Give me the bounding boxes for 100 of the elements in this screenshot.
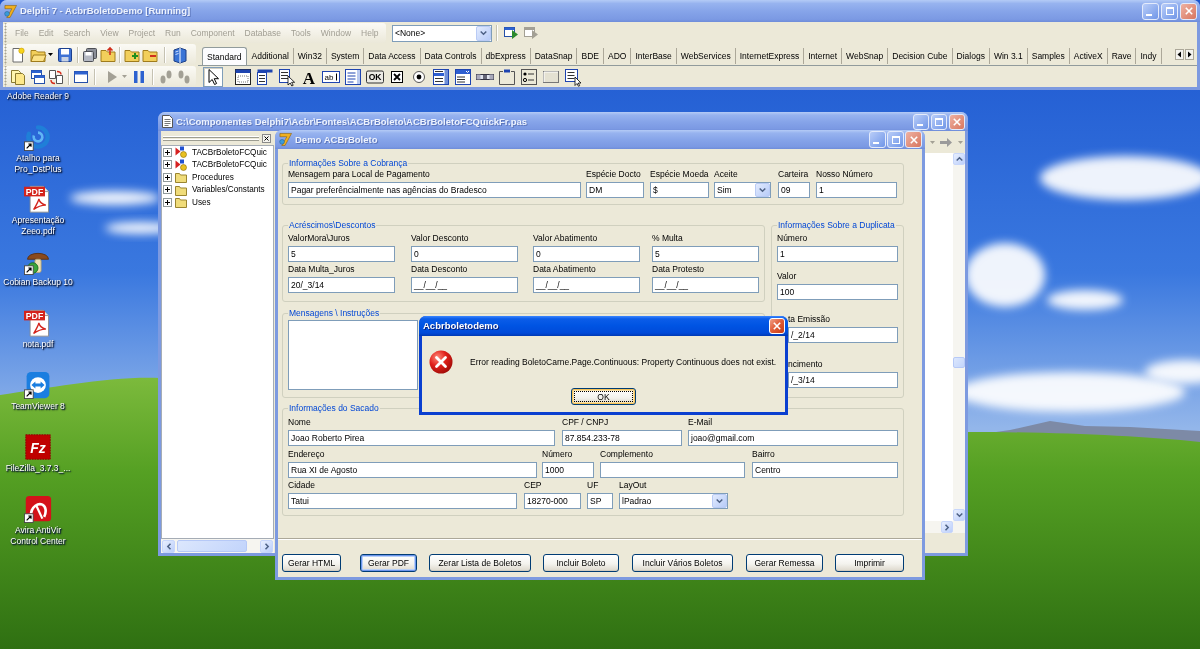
- palette-tab[interactable]: System: [326, 48, 364, 64]
- dropdown-button[interactable]: [755, 183, 770, 197]
- palette-tab[interactable]: Decision Cube: [888, 48, 952, 64]
- action-list-icon[interactable]: [563, 66, 583, 87]
- tree-item[interactable]: Variables/Constants: [192, 184, 265, 196]
- text-field[interactable]: Joao Roberto Pirea: [288, 430, 555, 446]
- window-icon[interactable]: [73, 68, 89, 85]
- palette-tab[interactable]: Additional: [247, 48, 293, 64]
- text-field[interactable]: __/__/__: [411, 277, 518, 293]
- book-icon[interactable]: [172, 46, 188, 63]
- palette-tab[interactable]: Win 3.1: [989, 48, 1027, 64]
- scroll-right-button[interactable]: [260, 539, 273, 553]
- code-editor-pane[interactable]: [924, 153, 953, 521]
- text-field[interactable]: DM: [586, 182, 644, 198]
- palette-tab[interactable]: Indy: [1136, 48, 1161, 64]
- text-field[interactable]: Pagar preferêncialmente nas agências do Bradesco: [288, 182, 581, 198]
- close-button[interactable]: [949, 113, 965, 130]
- tree-item[interactable]: Procedures: [192, 171, 234, 183]
- text-field[interactable]: 87.854.233-78: [562, 430, 682, 446]
- combo-box[interactable]: Sim: [714, 182, 771, 198]
- palette-tab[interactable]: Samples: [1027, 48, 1069, 64]
- maximize-button[interactable]: [931, 113, 947, 130]
- scroll-left-button[interactable]: [162, 539, 175, 553]
- palette-tab[interactable]: BDE: [577, 48, 603, 64]
- form-button[interactable]: Incluir Boleto: [543, 554, 619, 572]
- combo-box-icon[interactable]: [453, 66, 473, 87]
- expand-icon[interactable]: [163, 160, 172, 170]
- palette-tab[interactable]: InterBase: [631, 48, 676, 64]
- desktop-icon-label[interactable]: Adobe Reader 9: [7, 91, 69, 102]
- palette-tab[interactable]: Win32: [293, 48, 326, 64]
- minimize-button[interactable]: [869, 131, 886, 148]
- palette-tab[interactable]: Dialogs: [952, 48, 989, 64]
- text-field[interactable]: [600, 462, 745, 478]
- maximize-button[interactable]: [887, 131, 904, 148]
- window-arrow-icon[interactable]: [503, 25, 519, 41]
- desktop-icon-label[interactable]: Cobian Backup 10: [3, 277, 73, 288]
- text-field[interactable]: __/__/__: [533, 277, 640, 293]
- save-icon[interactable]: [57, 46, 73, 63]
- pages-icon[interactable]: [10, 68, 26, 85]
- folder-arrow-icon[interactable]: [100, 46, 116, 63]
- memo-field[interactable]: [288, 320, 418, 390]
- text-field[interactable]: 1: [816, 182, 897, 198]
- memo-icon[interactable]: [343, 66, 363, 87]
- text-field[interactable]: 0: [411, 246, 518, 262]
- text-field[interactable]: 0: [533, 246, 640, 262]
- new-file-icon[interactable]: [10, 46, 26, 63]
- pause-icon[interactable]: [131, 68, 147, 85]
- right-arrow-icon[interactable]: [1185, 49, 1194, 60]
- list-box-icon[interactable]: [431, 66, 451, 87]
- windows-icon[interactable]: [30, 68, 46, 85]
- form-button[interactable]: Incluir Vários Boletos: [632, 554, 733, 572]
- tree-item[interactable]: TACBrBoletoFCQuic: [192, 159, 267, 171]
- text-field[interactable]: /_2/14: [788, 327, 898, 343]
- text-field[interactable]: 5: [652, 246, 759, 262]
- text-field[interactable]: Tatui: [288, 493, 517, 509]
- combo-box[interactable]: <None>: [392, 24, 492, 42]
- text-field[interactable]: 18270-000: [524, 493, 581, 509]
- ok-button[interactable]: OK: [571, 388, 636, 405]
- form-button[interactable]: Imprimir: [835, 554, 904, 572]
- palette-tab[interactable]: InternetExpress: [735, 48, 804, 64]
- text-field[interactable]: /_3/14: [788, 372, 898, 388]
- text-field[interactable]: SP: [587, 493, 613, 509]
- text-field[interactable]: Centro: [752, 462, 898, 478]
- tree-item[interactable]: Uses: [192, 196, 211, 208]
- palette-tab[interactable]: DataSnap: [530, 48, 577, 64]
- letter-tile-icon[interactable]: Fz: [24, 433, 52, 461]
- form-button[interactable]: Gerar HTML: [282, 554, 341, 572]
- expand-icon[interactable]: [163, 147, 172, 157]
- expand-icon[interactable]: [163, 197, 172, 207]
- palette-tab[interactable]: ADO: [603, 48, 631, 64]
- frame-window-icon[interactable]: [233, 66, 253, 87]
- text-field[interactable]: Rua XI de Agosto: [288, 462, 537, 478]
- desktop-icon-label[interactable]: Avira AntiVir Control Center: [1, 525, 75, 546]
- palette-tab[interactable]: Data Access: [364, 48, 420, 64]
- dropdown-button[interactable]: [476, 25, 491, 41]
- swap-pages-icon[interactable]: [48, 68, 64, 85]
- form-button[interactable]: Gerar Remessa: [746, 554, 823, 572]
- maximize-button[interactable]: [1161, 2, 1178, 20]
- form-button[interactable]: Gerar PDF: [360, 554, 417, 572]
- radio-group-icon[interactable]: [519, 66, 539, 87]
- pointer-icon[interactable]: [203, 66, 223, 87]
- close-button[interactable]: [905, 131, 922, 148]
- label-icon[interactable]: A: [299, 66, 319, 87]
- minimize-button[interactable]: [913, 113, 929, 130]
- text-field[interactable]: joao@gmail.com: [688, 430, 898, 446]
- scroll-down-button[interactable]: [953, 509, 965, 521]
- text-field[interactable]: __/__/__: [652, 277, 759, 293]
- scroll-right-button[interactable]: [941, 521, 953, 533]
- left-arrow-icon[interactable]: [1175, 49, 1184, 60]
- text-field[interactable]: 100: [777, 284, 898, 300]
- palette-tab[interactable]: WebSnap: [842, 48, 888, 64]
- scrollbar-thumb[interactable]: [177, 540, 247, 552]
- form-button[interactable]: Zerar Lista de Boletos: [429, 554, 531, 572]
- close-icon[interactable]: [262, 134, 271, 143]
- text-field[interactable]: 09: [778, 182, 810, 198]
- palette-tab[interactable]: ActiveX: [1069, 48, 1107, 64]
- combo-box[interactable]: lPadrao: [619, 493, 728, 509]
- palette-tab[interactable]: Internet: [804, 48, 842, 64]
- text-field[interactable]: 1000: [542, 462, 594, 478]
- close-button[interactable]: [1180, 2, 1197, 20]
